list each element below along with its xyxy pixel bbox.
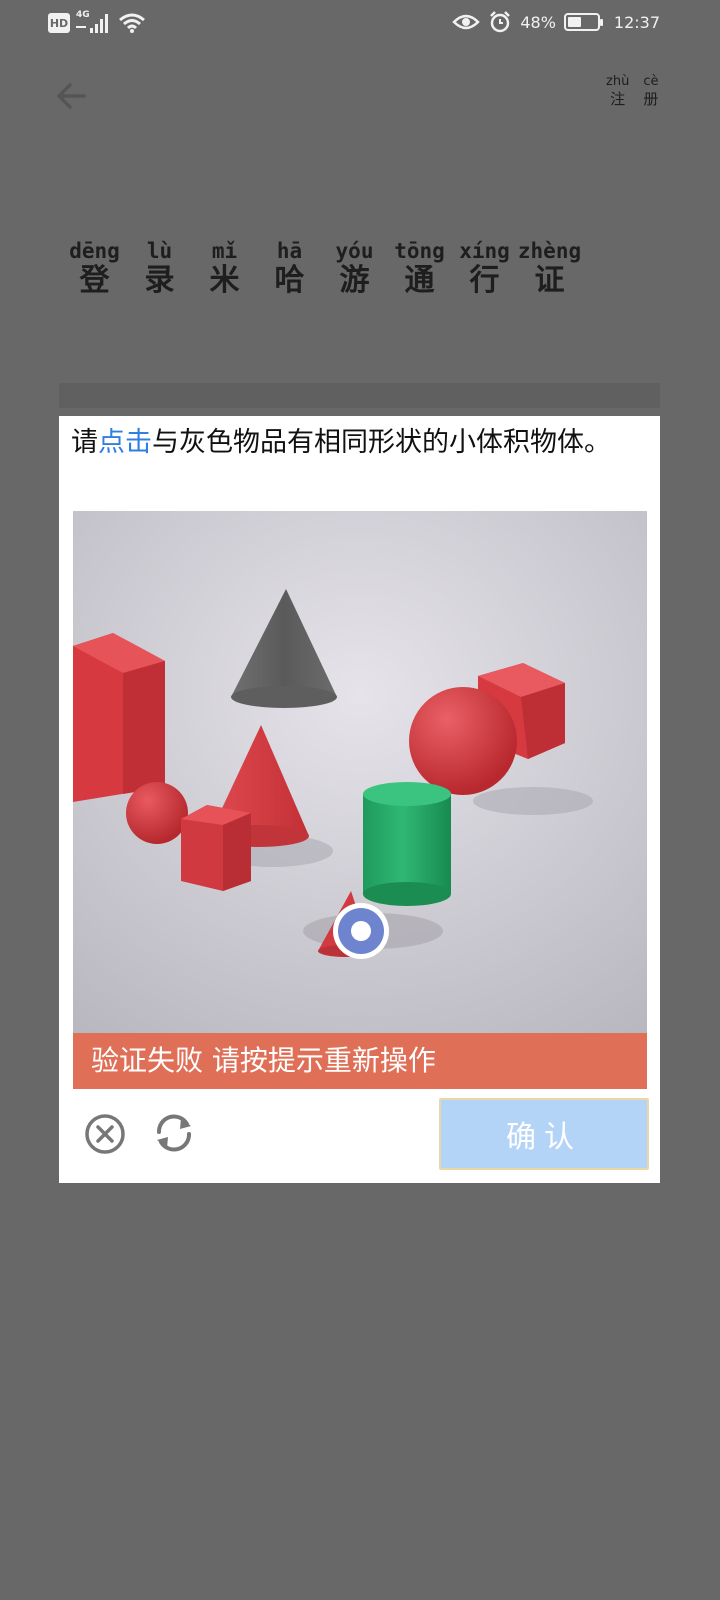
red-sphere-large (409, 687, 517, 795)
red-cube-large (73, 633, 165, 802)
title-pinyin: hā (276, 239, 303, 263)
battery-percent: 48% (520, 12, 556, 32)
wifi-icon (119, 13, 145, 33)
instruction-highlight: 点击 (98, 427, 152, 458)
signal-icon: 4G (76, 10, 112, 34)
captcha-image[interactable] (73, 511, 647, 1033)
register-hanzi: 册 (643, 90, 659, 108)
title-pinyin: mǐ (211, 239, 238, 263)
title-hanzi: 游 (339, 263, 370, 298)
title-char: yóu 游 (322, 238, 387, 298)
title-pinyin: yóu (335, 239, 374, 263)
refresh-icon (156, 1114, 192, 1152)
battery-fill (567, 17, 581, 27)
error-banner: 验证失败 请按提示重新操作 (73, 1033, 647, 1089)
alarm-icon (490, 11, 511, 33)
page-title: dēng 登 lù 录 mǐ 米 hā 哈 yóu 游 tōng 通 xíng 行 zhèng… (62, 238, 582, 298)
back-arrow-icon (57, 83, 86, 109)
title-char: zhèng 证 (517, 238, 582, 298)
title-hanzi: 通 (404, 263, 435, 298)
title-hanzi: 录 (144, 263, 175, 298)
title-char: dēng 登 (62, 238, 127, 298)
status-bar: HD 4G 48% 12:37 (0, 0, 720, 50)
status-right: 48% 12:37 (452, 10, 660, 34)
title-hanzi: 米 (209, 263, 240, 298)
status-left: HD 4G (48, 10, 146, 34)
title-char: hā 哈 (257, 238, 322, 298)
title-pinyin: xíng (459, 239, 510, 263)
clock: 12:37 (613, 12, 660, 32)
red-sphere-small (126, 782, 188, 844)
register-char: cè 册 (643, 74, 658, 108)
hd-badge: HD (48, 13, 70, 33)
battery-icon (563, 13, 603, 31)
title-char: xíng 行 (452, 238, 517, 298)
title-hanzi: 哈 (274, 263, 305, 298)
eye-icon (452, 14, 481, 30)
title-char: tōng 通 (387, 238, 452, 298)
title-char: lù 录 (127, 238, 192, 298)
title-hanzi: 行 (469, 263, 500, 298)
instruction-prefix: 请 (71, 427, 98, 458)
refresh-button[interactable] (151, 1110, 197, 1156)
close-circle-icon (85, 1114, 125, 1154)
register-hanzi: 注 (610, 90, 626, 108)
close-button[interactable] (83, 1112, 127, 1156)
green-cylinder (363, 782, 451, 906)
confirm-button[interactable]: 确认 (439, 1098, 649, 1170)
register-link[interactable]: zhù 注 cè 册 (606, 74, 658, 108)
instruction-suffix: 与灰色物品有相同形状的小体积物体。 (152, 427, 611, 458)
red-cube-small (181, 805, 251, 891)
title-pinyin: tōng (394, 239, 445, 263)
title-char: mǐ 米 (192, 238, 257, 298)
register-char: zhù 注 (606, 74, 629, 108)
register-pinyin: cè (643, 74, 659, 89)
title-pinyin: zhèng (517, 239, 582, 263)
click-marker (333, 903, 389, 959)
title-hanzi: 登 (79, 263, 110, 298)
register-pinyin: zhù (606, 74, 630, 89)
captcha-dialog: 请点击与灰色物品有相同形状的小体积物体。 验证失败 请按提示重新操作 确认 (59, 416, 660, 1183)
login-panel-edge (59, 383, 660, 408)
title-pinyin: lù (146, 239, 173, 263)
captcha-instruction: 请点击与灰色物品有相同形状的小体积物体。 (71, 428, 649, 458)
back-button[interactable] (52, 76, 92, 116)
title-pinyin: dēng (69, 239, 120, 263)
title-hanzi: 证 (534, 263, 565, 298)
